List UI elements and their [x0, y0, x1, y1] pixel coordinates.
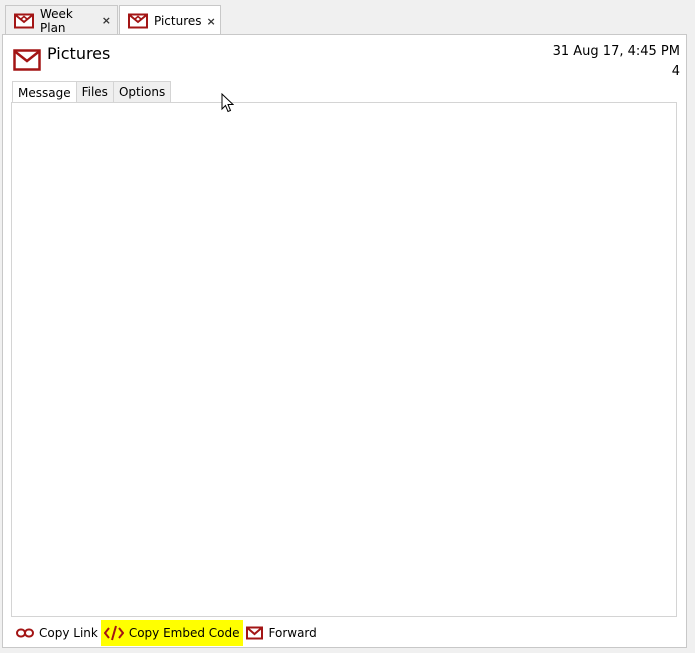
- message-title: Pictures: [47, 44, 111, 63]
- tab-options[interactable]: Options: [113, 81, 172, 103]
- copy-embed-code-button[interactable]: Copy Embed Code: [100, 620, 243, 646]
- mouse-cursor-icon: [221, 92, 235, 116]
- copy-link-button[interactable]: Copy Link: [13, 620, 101, 646]
- tab-week-plan[interactable]: Week Plan ×: [5, 5, 118, 35]
- message-date: 31 Aug 17, 4:45 PM: [552, 44, 680, 59]
- envelope-icon: [128, 13, 148, 29]
- inner-tab-bar: Message Files Options: [12, 81, 172, 104]
- tab-label: Week Plan: [40, 6, 73, 35]
- code-icon: [103, 625, 124, 641]
- close-icon[interactable]: ×: [102, 14, 111, 27]
- forward-label: Forward: [268, 626, 317, 640]
- tab-pictures[interactable]: Pictures ×: [119, 5, 221, 36]
- copy-embed-code-label: Copy Embed Code: [128, 626, 240, 640]
- envelope-icon: [14, 13, 34, 29]
- bottom-toolbar: Copy Link Copy Embed Code Forward: [13, 620, 320, 646]
- message-content[interactable]: [11, 102, 677, 617]
- forward-button[interactable]: Forward: [243, 620, 320, 646]
- tab-label: Pictures: [154, 14, 202, 28]
- tab-files[interactable]: Files: [76, 81, 114, 103]
- link-icon: [16, 628, 34, 638]
- forward-mail-icon: [245, 626, 264, 640]
- envelope-icon: [13, 49, 41, 74]
- message-count: 4: [671, 64, 680, 79]
- tab-message[interactable]: Message: [12, 81, 77, 104]
- message-panel: Pictures 31 Aug 17, 4:45 PM 4 Message Fi…: [2, 34, 687, 648]
- close-icon[interactable]: ×: [207, 15, 216, 28]
- copy-link-label: Copy Link: [39, 626, 98, 640]
